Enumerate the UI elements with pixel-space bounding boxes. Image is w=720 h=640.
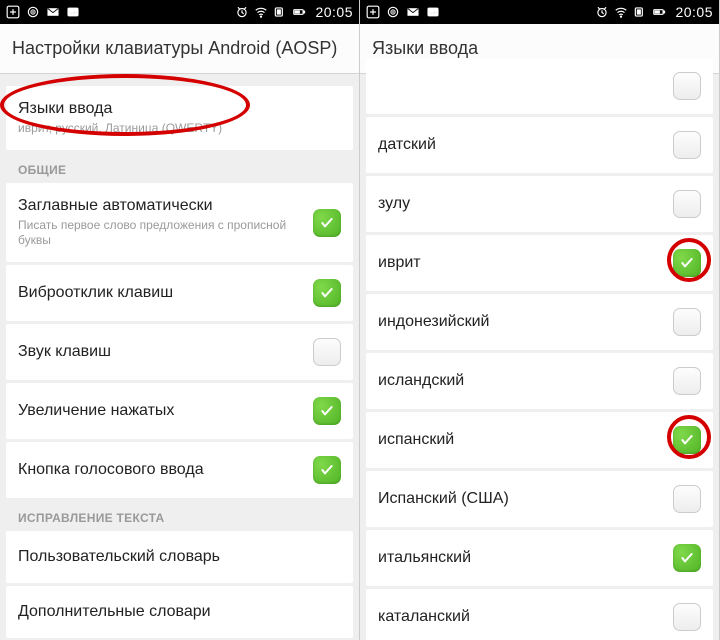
toggle[interactable] xyxy=(673,249,701,277)
toggle[interactable] xyxy=(673,367,701,395)
plus-icon xyxy=(366,5,380,19)
row-title: Испанский (США) xyxy=(378,490,673,508)
row-subtitle: иврит, русский, Латиница (QWERTY) xyxy=(18,121,341,136)
left-pane: SIP 20:05 Настройки клавиатуры Android (… xyxy=(0,0,360,640)
row-title: зулу xyxy=(378,195,673,213)
alarm-icon xyxy=(235,5,249,19)
row-title: Заглавные автоматически xyxy=(18,197,313,215)
circle-icon xyxy=(386,5,400,19)
row-subtitle: Писать первое слово предложения с пропис… xyxy=(18,218,313,248)
toggle[interactable] xyxy=(673,131,701,159)
language-row[interactable]: итальянский xyxy=(366,530,713,586)
setting-row[interactable]: Виброотклик клавиш xyxy=(6,265,353,321)
toggle[interactable] xyxy=(313,338,341,366)
language-row[interactable]: датский xyxy=(366,117,713,173)
toggle[interactable] xyxy=(313,279,341,307)
row-input-languages[interactable]: Языки ввода иврит, русский, Латиница (QW… xyxy=(6,86,353,150)
row-title: иврит xyxy=(378,254,673,272)
row-title: испанский xyxy=(378,431,673,449)
row-title: Пользовательский словарь xyxy=(18,548,341,566)
language-row[interactable]: иврит xyxy=(366,235,713,291)
row-title: индонезийский xyxy=(378,313,673,331)
setting-row[interactable]: Кнопка голосового ввода xyxy=(6,442,353,498)
sip-icon: SIP xyxy=(426,5,440,19)
mail-icon xyxy=(46,5,60,19)
mail-icon xyxy=(406,5,420,19)
language-row[interactable]: зулу xyxy=(366,176,713,232)
status-bar: SIP 20:05 xyxy=(360,0,719,24)
toggle[interactable] xyxy=(673,426,701,454)
alarm-icon xyxy=(595,5,609,19)
signal-icon xyxy=(633,5,647,19)
languages-list: датский зулу иврит индонезийский исландский и… xyxy=(360,74,719,640)
row-title: Дополнительные словари xyxy=(18,603,341,621)
language-row[interactable]: Испанский (США) xyxy=(366,471,713,527)
battery-icon xyxy=(652,5,666,19)
row-title: Языки ввода xyxy=(18,100,341,118)
row-title: итальянский xyxy=(378,549,673,567)
toggle[interactable] xyxy=(673,190,701,218)
setting-row[interactable]: Заглавные автоматически Писать первое сло… xyxy=(6,183,353,262)
language-row[interactable]: испанский xyxy=(366,412,713,468)
status-bar: SIP 20:05 xyxy=(0,0,359,24)
toggle[interactable] xyxy=(673,544,701,572)
language-row[interactable]: каталанский xyxy=(366,589,713,640)
status-time: 20:05 xyxy=(315,4,353,20)
wifi-icon xyxy=(614,5,628,19)
toggle[interactable] xyxy=(673,603,701,631)
sip-icon: SIP xyxy=(66,5,80,19)
svg-text:SIP: SIP xyxy=(429,10,437,15)
row-title: Увеличение нажатых xyxy=(18,402,313,420)
page-title: Настройки клавиатуры Android (AOSP) xyxy=(0,24,359,74)
row-title: исландский xyxy=(378,372,673,390)
row-title: Звук клавиш xyxy=(18,343,313,361)
wifi-icon xyxy=(254,5,268,19)
row-title: каталанский xyxy=(378,608,673,626)
battery-icon xyxy=(292,5,306,19)
section-correction: ИСПРАВЛЕНИЕ ТЕКСТА xyxy=(0,501,359,531)
row-title: датский xyxy=(378,136,673,154)
svg-text:SIP: SIP xyxy=(69,10,77,15)
circle-icon xyxy=(26,5,40,19)
right-pane: SIP 20:05 Языки ввода датскийзулуивритин… xyxy=(360,0,720,640)
toggle[interactable] xyxy=(313,397,341,425)
settings-list: Языки ввода иврит, русский, Латиница (QW… xyxy=(0,74,359,638)
plus-icon xyxy=(6,5,20,19)
toggle[interactable] xyxy=(313,209,341,237)
dict-row[interactable]: Пользовательский словарь xyxy=(6,531,353,583)
setting-row[interactable]: Увеличение нажатых xyxy=(6,383,353,439)
list-row-partial[interactable] xyxy=(366,58,713,114)
language-row[interactable]: исландский xyxy=(366,353,713,409)
language-row[interactable]: индонезийский xyxy=(366,294,713,350)
toggle[interactable] xyxy=(313,456,341,484)
toggle[interactable] xyxy=(673,308,701,336)
toggle[interactable] xyxy=(673,72,701,100)
dict-row[interactable]: Дополнительные словари xyxy=(6,586,353,638)
signal-icon xyxy=(273,5,287,19)
status-time: 20:05 xyxy=(675,4,713,20)
setting-row[interactable]: Звук клавиш xyxy=(6,324,353,380)
row-title: Кнопка голосового ввода xyxy=(18,461,313,479)
row-title: Виброотклик клавиш xyxy=(18,284,313,302)
toggle[interactable] xyxy=(673,485,701,513)
section-general: ОБЩИЕ xyxy=(0,153,359,183)
